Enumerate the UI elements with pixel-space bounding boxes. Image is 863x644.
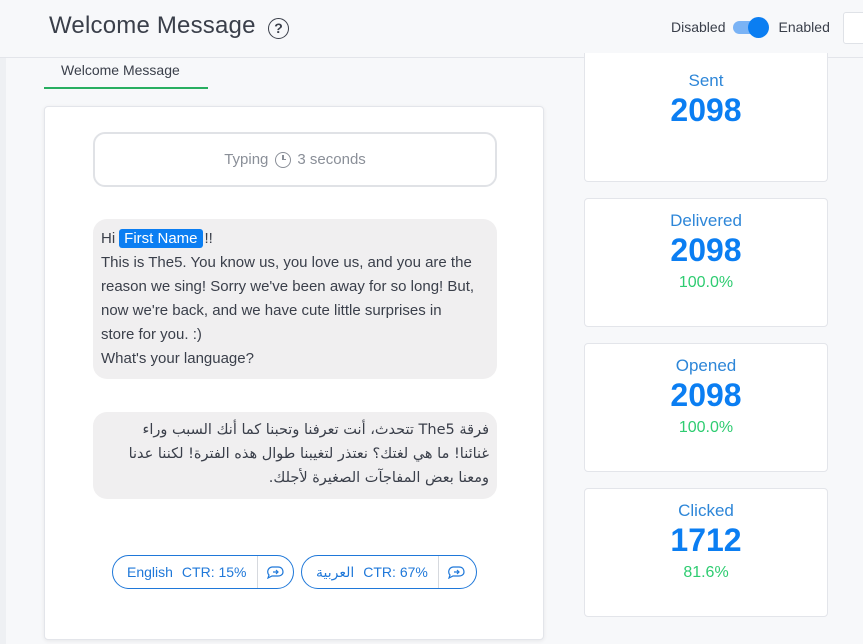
message-line: What's your language? (101, 350, 254, 367)
message-line: store for you. :) (101, 326, 202, 343)
greeting-suffix: !! (204, 230, 213, 247)
typing-duration: 3 seconds (297, 151, 366, 168)
header-action-button[interactable] (843, 12, 863, 44)
stat-percent: 100.0% (678, 274, 734, 291)
arabic-reply-button[interactable]: العربية CTR: 67% (301, 555, 477, 589)
greeting-line: Hi First Name!! (101, 227, 489, 251)
question-circle-icon[interactable]: ? (268, 18, 289, 39)
toggle-knob[interactable] (748, 17, 770, 38)
stat-percent: 81.6% (683, 564, 729, 581)
message-line: reason we sing! Sorry we've been away fo… (101, 278, 475, 295)
message-line: غنائنا! ما هي لغتك؟ نعتذر لتغيبنا طوال ه… (128, 446, 489, 462)
typing-indicator: Typing 3 seconds (93, 132, 497, 187)
message-line: ومعنا بعض المفاجآت الصغيرة لأجلك. (268, 470, 489, 486)
stat-card-clicked: Clicked 1712 81.6% (584, 488, 828, 617)
typing-label: Typing (224, 151, 269, 168)
clock-icon (275, 151, 292, 168)
stat-label: Delivered (670, 211, 742, 230)
stat-card-delivered: Delivered 2098 100.0% (584, 198, 828, 327)
tab-welcome-message[interactable]: Welcome Message (44, 62, 208, 89)
stat-value: 1712 (670, 522, 742, 558)
enable-toggle-group: Disabled Enabled (671, 17, 830, 38)
message-line: This is The5. You know us, you love us, … (101, 254, 472, 271)
button-label-group: English CTR: 15% (113, 556, 257, 588)
button-label: العربية (316, 563, 355, 580)
toggle-off-label: Disabled (671, 19, 726, 35)
stat-label: Opened (675, 356, 737, 375)
sidebar-edge (0, 0, 6, 644)
stat-percent: 100.0% (678, 419, 734, 436)
stat-value: 2098 (670, 92, 742, 128)
reply-bubble-icon[interactable] (439, 565, 473, 579)
first-name-tag: First Name (119, 229, 203, 248)
message-bubble-arabic: فرقة The5 تتحدث، أنت تعرفنا وتحبنا كما أ… (93, 412, 497, 499)
stat-value: 2098 (670, 232, 742, 268)
stat-label: Sent (688, 71, 724, 90)
message-line: فرقة The5 تتحدث، أنت تعرفنا وتحبنا كما أ… (142, 422, 490, 438)
english-reply-button[interactable]: English CTR: 15% (112, 555, 294, 589)
greeting-text: Hi (101, 230, 116, 247)
page-title: Welcome Message (49, 12, 256, 39)
button-label-group: العربية CTR: 67% (302, 556, 438, 588)
stat-card-opened: Opened 2098 100.0% (584, 343, 828, 472)
stat-label: Clicked (678, 501, 734, 520)
stat-card-sent: Sent 2098 (584, 53, 828, 182)
button-label: English (127, 564, 173, 580)
button-ctr: CTR: 67% (363, 564, 428, 580)
enabled-toggle[interactable] (733, 17, 770, 38)
message-bubble-english: Hi First Name!! This is The5. You know us… (93, 219, 497, 379)
button-ctr: CTR: 15% (181, 564, 247, 580)
stat-value: 2098 (670, 377, 742, 413)
reply-bubble-icon[interactable] (258, 565, 292, 579)
message-line: now we're back, and we have cute little … (101, 302, 442, 319)
message-preview: Typing 3 seconds Hi First Name!! This is … (44, 106, 544, 640)
page-header: Welcome Message ? Disabled Enabled (0, 0, 863, 58)
toggle-on-label: Enabled (778, 19, 830, 35)
